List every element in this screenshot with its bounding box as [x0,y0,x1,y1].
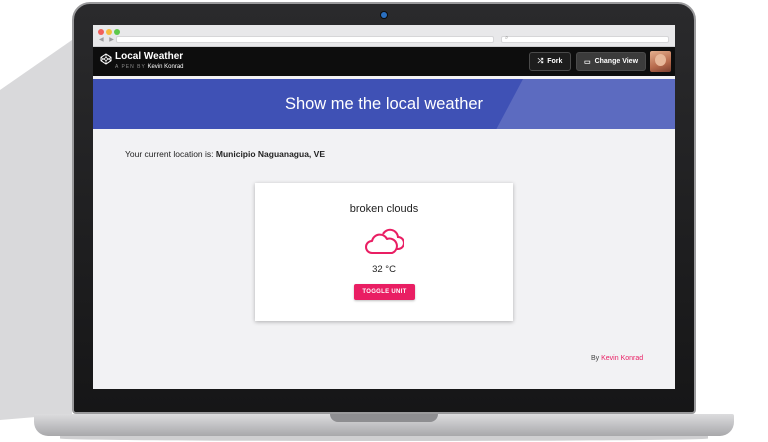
browser-chrome: ◀ ▶ ⌕ [93,25,675,47]
temperature-value: 32 °C [372,264,396,275]
codepen-header: Local Weather A PEN BY Kevin Konrad ⤮ Fo… [93,47,675,76]
fork-label: Fork [547,58,563,65]
address-bar[interactable] [116,36,494,43]
back-forward-icon[interactable]: ◀ ▶ [99,36,116,43]
fork-button[interactable]: ⤮ Fork [529,52,571,71]
search-icon: ⌕ [505,35,509,41]
location-text: Your current location is: Municipio Nagu… [125,149,325,159]
laptop-notch [330,414,438,422]
screen: ◀ ▶ ⌕ Local Weather A PEN BY Kevin Konra… [93,25,675,389]
weather-description: broken clouds [349,203,419,215]
codepen-logo-icon[interactable] [100,53,112,65]
toggle-unit-button[interactable]: TOGGLE UNIT [354,284,415,300]
change-view-label: Change View [594,58,639,65]
fork-icon: ⤮ [537,57,544,65]
pen-title: Local Weather [115,51,184,62]
credit-author-link[interactable]: Kevin Konrad [601,355,643,362]
pen-author-link[interactable]: Kevin Konrad [147,64,183,70]
page-banner: Show me the local weather [93,79,675,129]
pen-author-prefix: A PEN BY [115,64,146,70]
browser-search-field[interactable]: ⌕ [501,35,669,43]
pen-author: A PEN BY Kevin Konrad [115,64,184,70]
weather-card: broken clouds 32 °C TOGGLE UNIT [255,183,513,321]
credit-prefix: By [591,355,600,362]
maximize-window-button[interactable] [114,29,120,35]
page-title: Show me the local weather [284,95,484,113]
cloud-icon [365,228,404,254]
close-window-button[interactable] [98,29,104,35]
minimize-window-button[interactable] [106,29,112,35]
camera-icon [381,12,387,18]
change-view-button[interactable]: ▭ Change View [576,52,646,71]
layout-icon: ▭ [583,58,591,66]
author-credit: By Kevin Konrad [591,355,643,362]
location-value: Municipio Naguanagua, VE [215,149,325,159]
avatar[interactable] [650,51,671,72]
location-label: Your current location is: [125,149,214,159]
laptop-base-shadow [60,436,708,441]
